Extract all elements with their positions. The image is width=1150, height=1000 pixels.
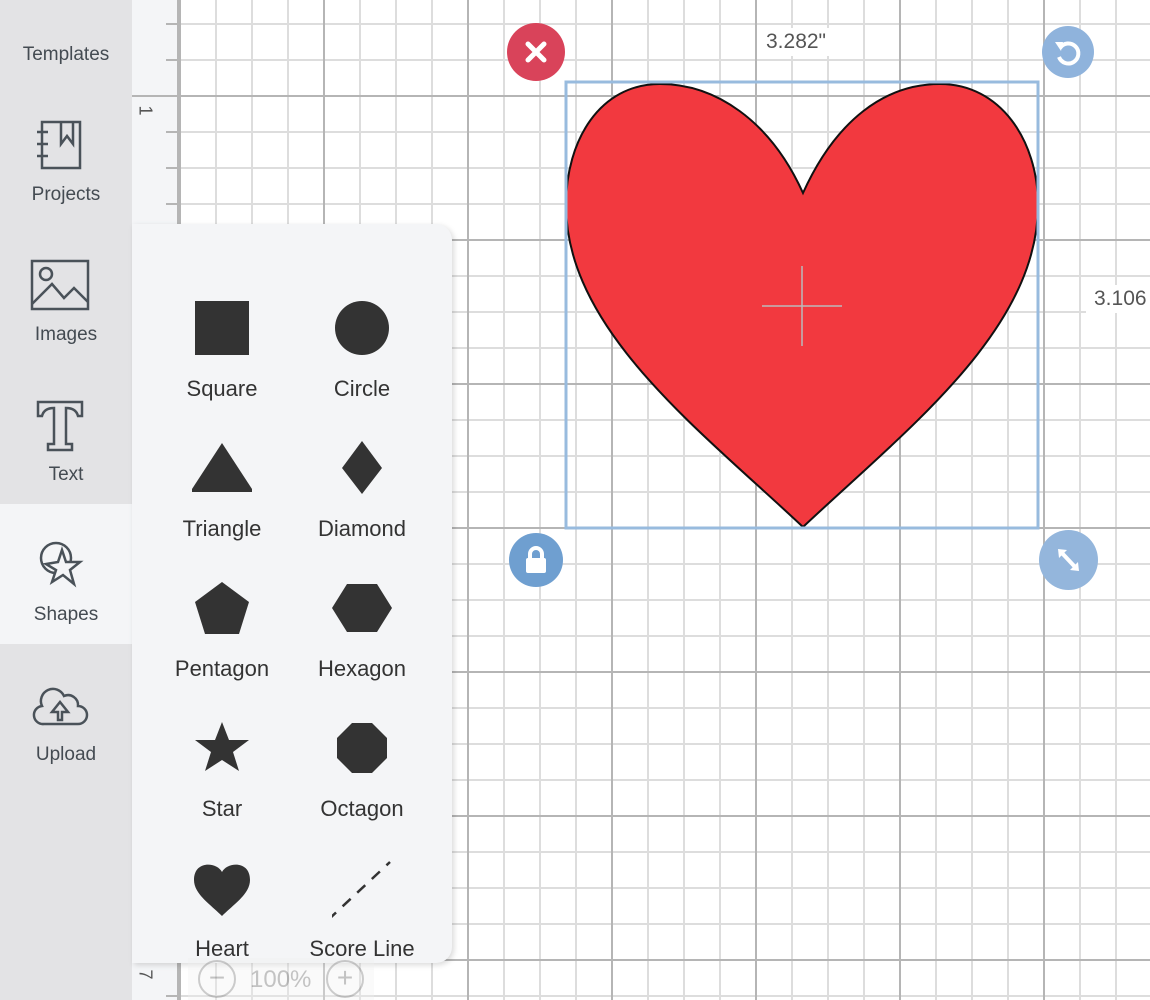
shape-diamond[interactable]: Diamond [292, 400, 432, 541]
shape-score-line[interactable]: Score Line [292, 820, 432, 961]
shape-heart[interactable]: Heart [152, 820, 292, 961]
hexagon-icon [332, 584, 392, 632]
close-icon [525, 41, 547, 63]
shape-triangle[interactable]: Triangle [152, 400, 292, 541]
shape-hexagon[interactable]: Hexagon [292, 540, 432, 681]
lock-button[interactable] [509, 533, 563, 587]
delete-button[interactable] [507, 23, 565, 81]
circle-icon [335, 301, 389, 355]
sidebar-item-shapes[interactable]: Shapes [0, 504, 132, 644]
sidebar: Templates Projects Images Text Shapes Up… [0, 0, 132, 1000]
sidebar-item-label: Images [34, 324, 98, 345]
zoom-in-button[interactable]: + [326, 960, 364, 998]
shirt-icon [36, 0, 96, 32]
square-icon [195, 301, 249, 355]
shape-label: Circle [333, 376, 391, 401]
zoom-level: 100% [250, 966, 312, 993]
sidebar-item-label: Upload [35, 744, 97, 765]
sidebar-item-label: Text [48, 464, 84, 485]
zoom-out-button[interactable]: − [198, 960, 236, 998]
star-icon [195, 722, 249, 771]
shapes-icon [39, 541, 84, 588]
shape-label: Triangle [182, 516, 262, 541]
resize-icon [1058, 549, 1079, 571]
heart-icon [194, 864, 250, 916]
image-icon [30, 259, 90, 311]
shape-label: Star [201, 796, 243, 821]
shape-label: Square [186, 376, 258, 401]
zoom-control: − 100% + [188, 958, 374, 1000]
diamond-icon [342, 441, 382, 494]
sidebar-item-upload[interactable]: Upload [0, 644, 132, 784]
sidebar-item-images[interactable]: Images [0, 224, 132, 364]
shape-label: Octagon [320, 796, 404, 821]
triangle-icon [192, 443, 252, 492]
sidebar-item-label: Shapes [33, 604, 99, 625]
shape-label: Hexagon [317, 656, 407, 681]
height-label: 3.106 [1086, 285, 1150, 313]
sidebar-item-projects[interactable]: Projects [0, 84, 132, 224]
shape-circle[interactable]: Circle [292, 260, 432, 401]
pentagon-icon [195, 582, 249, 634]
sidebar-item-label: Templates [22, 44, 110, 65]
rotate-icon [1055, 41, 1081, 66]
shape-label: Diamond [317, 516, 407, 541]
lock-icon [526, 546, 546, 573]
sidebar-item-text[interactable]: Text [0, 364, 132, 504]
sidebar-item-label: Projects [31, 184, 101, 205]
resize-button[interactable] [1039, 530, 1098, 590]
width-label: 3.282" [758, 28, 835, 56]
score-line-icon [332, 861, 391, 918]
shapes-panel: Square Circle Triangle Diamond Pentagon … [132, 224, 452, 963]
shape-octagon[interactable]: Octagon [292, 680, 432, 821]
text-icon [36, 400, 84, 452]
shape-pentagon[interactable]: Pentagon [152, 540, 292, 681]
shape-star[interactable]: Star [152, 680, 292, 821]
shape-label: Pentagon [174, 656, 270, 681]
rotate-button[interactable] [1042, 26, 1094, 78]
notebook-icon [37, 120, 82, 170]
sidebar-item-templates[interactable]: Templates [0, 0, 132, 84]
octagon-icon [337, 723, 387, 773]
shape-square[interactable]: Square [152, 260, 292, 401]
cloud-upload-icon [32, 687, 89, 726]
